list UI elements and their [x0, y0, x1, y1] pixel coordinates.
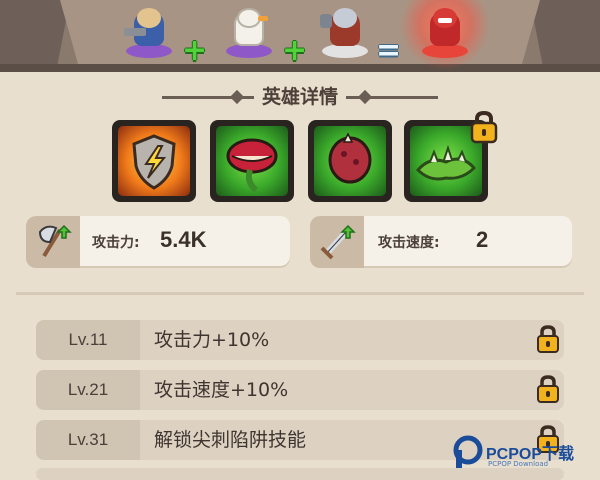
level-description: 攻击力+10%	[154, 329, 270, 351]
level-label: Lv.31	[36, 420, 140, 460]
hero-details-header: 英雄详情	[0, 84, 600, 110]
attack-label: 攻击力:	[92, 235, 140, 251]
skill-lock-icon	[470, 110, 498, 144]
lock-icon	[536, 374, 560, 404]
title-diamond-left	[229, 89, 245, 105]
level-description: 解锁尖刺陷阱技能	[154, 429, 307, 451]
level-label: Lv.11	[36, 320, 140, 360]
axe-upgrade-icon	[26, 216, 80, 268]
banner-right-edge	[530, 0, 600, 72]
watermark-sub: PCPOP Download	[488, 460, 549, 468]
viking-unit-icon[interactable]	[318, 6, 372, 58]
level-description: 攻击速度+10%	[154, 379, 289, 401]
section-divider	[16, 292, 584, 295]
level-row[interactable]: Lv.21 攻击速度+10%	[36, 370, 564, 410]
level-row[interactable]: Lv.11 攻击力+10%	[36, 320, 564, 360]
plant-monster-unit-icon[interactable]	[418, 6, 472, 58]
knight-unit-icon[interactable]	[122, 6, 176, 58]
banner-left-edge	[0, 0, 70, 72]
sword-speed-icon	[310, 216, 364, 268]
plus-icon: +	[182, 33, 208, 68]
pcpop-logo-icon	[453, 435, 483, 468]
attack-speed-stat: 攻击速度: 2	[310, 216, 572, 268]
attack-stat: 攻击力: 5.4K	[26, 216, 290, 268]
plus-icon: +	[282, 33, 308, 68]
spiky-plant-skill-icon[interactable]	[308, 120, 392, 202]
merge-recipe-banner: + + =	[0, 0, 600, 72]
lightning-shield-skill-icon[interactable]	[112, 120, 196, 202]
equals-icon: =	[376, 33, 402, 68]
level-label: Lv.21	[36, 370, 140, 410]
goose-unit-icon[interactable]	[222, 6, 276, 58]
watermark: PCPOP下载 PCPOP Download	[452, 434, 600, 474]
attack-value: 5.4K	[160, 227, 207, 252]
venus-flytrap-skill-icon[interactable]	[210, 120, 294, 202]
section-title: 英雄详情	[261, 86, 338, 108]
attack-speed-value: 2	[476, 227, 489, 252]
attack-speed-label: 攻击速度:	[378, 235, 440, 251]
title-divider-right	[346, 96, 438, 99]
lock-icon	[536, 324, 560, 354]
